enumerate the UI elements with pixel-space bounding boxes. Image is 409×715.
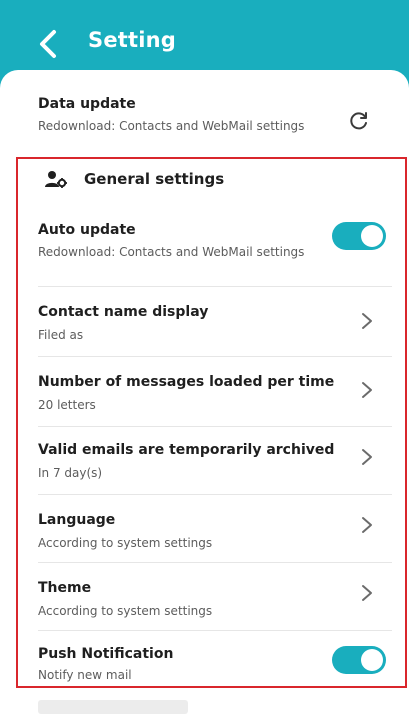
next-section-placeholder <box>38 700 188 714</box>
archive-row[interactable]: Valid emails are temporarily archived In… <box>0 436 409 488</box>
data-update-subtitle: Redownload: Contacts and WebMail setting… <box>38 119 305 133</box>
chevron-right-icon <box>362 382 372 398</box>
chevron-right-icon <box>362 449 372 465</box>
toggle-knob <box>361 649 383 671</box>
messages-per-time-value: 20 letters <box>38 398 96 412</box>
push-notification-subtitle: Notify new mail <box>38 668 132 682</box>
divider <box>38 426 392 427</box>
language-value: According to system settings <box>38 536 213 550</box>
contact-name-display-title: Contact name display <box>38 304 209 320</box>
language-row[interactable]: Language According to system settings <box>0 506 409 558</box>
theme-title: Theme <box>38 580 92 596</box>
auto-update-subtitle: Redownload: Contacts and WebMail setting… <box>38 245 305 259</box>
page-title: Setting <box>88 28 177 52</box>
archive-value: In 7 day(s) <box>38 466 103 480</box>
archive-title: Valid emails are temporarily archived <box>38 442 335 458</box>
contact-name-display-row[interactable]: Contact name display Filed as <box>0 298 409 350</box>
contact-name-display-value: Filed as <box>38 328 84 342</box>
divider <box>38 562 392 563</box>
general-settings-header: General settings <box>44 166 224 192</box>
toggle-knob <box>361 225 383 247</box>
divider <box>38 286 392 287</box>
messages-per-time-row[interactable]: Number of messages loaded per time 20 le… <box>0 368 409 420</box>
push-notification-toggle[interactable] <box>332 646 386 674</box>
refresh-icon[interactable] <box>348 110 370 132</box>
back-button[interactable] <box>30 24 66 64</box>
data-update-title: Data update <box>38 96 136 112</box>
general-settings-title: General settings <box>84 170 225 188</box>
divider <box>38 494 392 495</box>
language-title: Language <box>38 512 116 528</box>
chevron-right-icon <box>362 313 372 329</box>
auto-update-toggle[interactable] <box>332 222 386 250</box>
push-notification-title: Push Notification <box>38 646 174 662</box>
auto-update-title: Auto update <box>38 222 136 238</box>
chevron-left-icon <box>40 30 56 58</box>
user-gear-icon <box>45 171 67 188</box>
theme-value: According to system settings <box>38 604 213 618</box>
chevron-right-icon <box>362 517 372 533</box>
divider <box>38 356 392 357</box>
messages-per-time-title: Number of messages loaded per time <box>38 374 335 390</box>
divider <box>38 630 392 631</box>
chevron-right-icon <box>362 585 372 601</box>
theme-row[interactable]: Theme According to system settings <box>0 574 409 626</box>
